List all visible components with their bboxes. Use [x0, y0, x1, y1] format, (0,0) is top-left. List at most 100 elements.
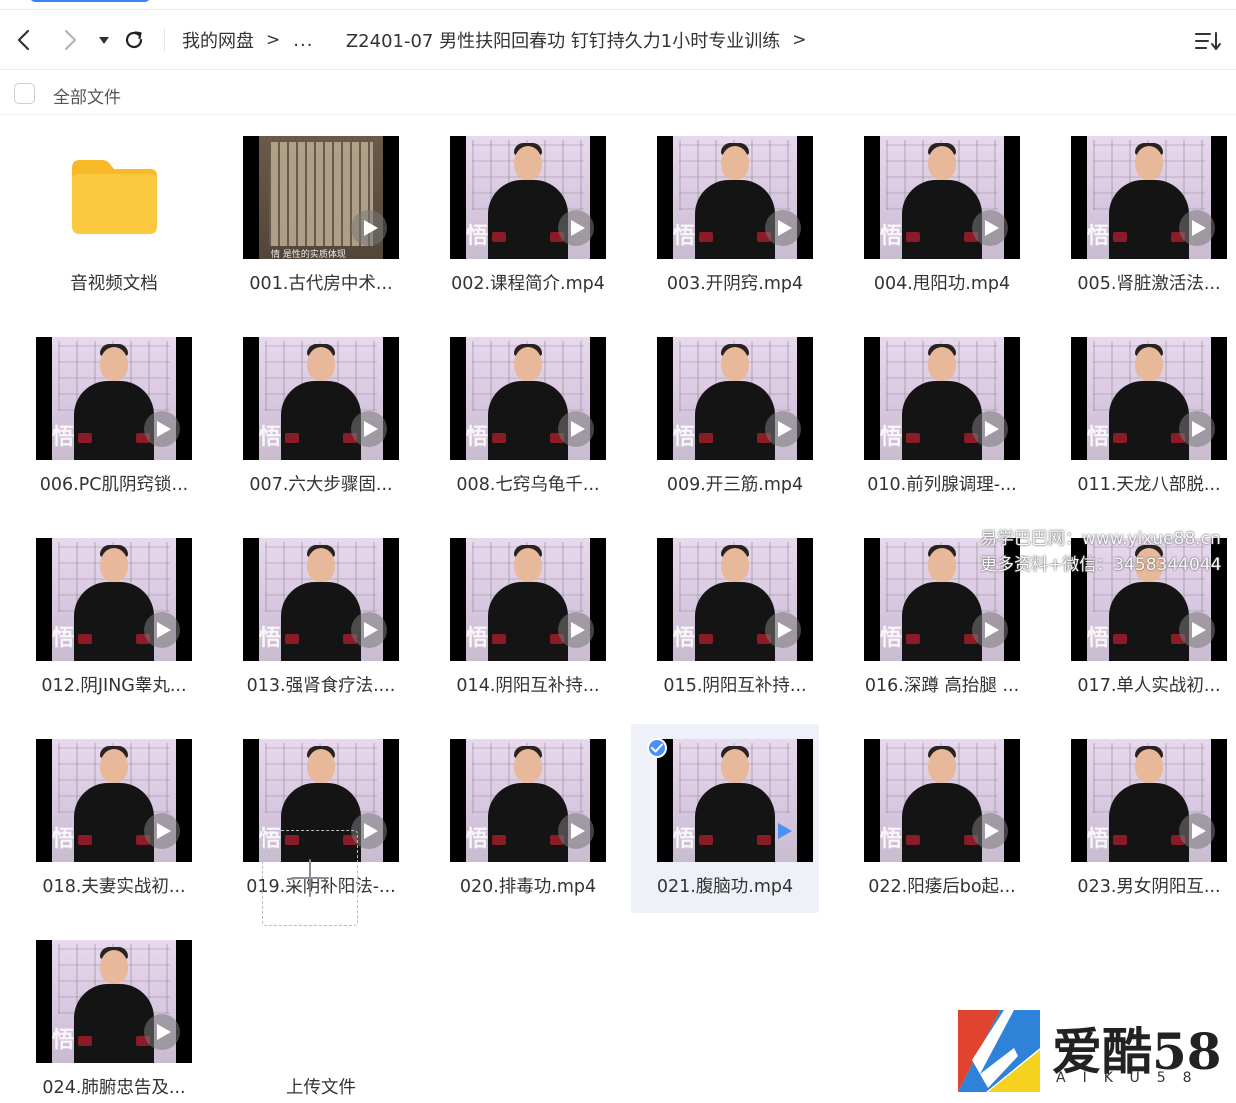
- file-name: 016.深蹲 高抬腿 ...: [864, 676, 1020, 696]
- breadcrumb: 我的网盘 > ... Z2401-07 男性扶阳回春功 钉钉持久力1小时专业训练…: [182, 27, 820, 53]
- file-name: 023.男女阴阳互...: [1077, 877, 1221, 897]
- file-name: 001.古代房中术...: [249, 274, 393, 294]
- caret-down-icon: [99, 37, 109, 44]
- breadcrumb-separator-icon: [327, 30, 332, 50]
- video-thumbnail: 悟: [1071, 337, 1227, 460]
- refresh-button[interactable]: [120, 26, 148, 54]
- select-all-checkbox[interactable]: [14, 83, 35, 104]
- file-name: 014.阴阳互补持...: [456, 676, 600, 696]
- forward-button[interactable]: [56, 26, 84, 54]
- video-thumbnail: 悟: [243, 538, 399, 661]
- toolbar: 我的网盘 > ... Z2401-07 男性扶阳回春功 钉钉持久力1小时专业训练…: [0, 10, 1236, 70]
- video-file-item[interactable]: 情 是性的实质体现 001.古代房中术...: [217, 128, 405, 310]
- chevron-left-icon: [17, 29, 30, 51]
- video-file-item[interactable]: 悟 010.前列腺调理-...: [838, 329, 1026, 511]
- file-name: 003.开阴窍.mp4: [666, 274, 804, 294]
- file-name: 006.PC肌阴窍锁...: [39, 475, 189, 495]
- chevron-right-icon: [64, 29, 77, 51]
- plus-icon: [291, 859, 329, 897]
- video-file-item[interactable]: 悟 022.阳痿后bo起...: [838, 731, 1026, 913]
- breadcrumb-root[interactable]: 我的网盘: [182, 27, 254, 53]
- play-icon[interactable]: [765, 210, 801, 246]
- video-file-item[interactable]: 悟 008.七窍乌龟千...: [424, 329, 612, 511]
- upload-label: 上传文件: [286, 1078, 356, 1098]
- play-icon[interactable]: [144, 411, 180, 447]
- video-file-item[interactable]: 悟 018.夫妻实战初...: [10, 731, 198, 913]
- play-icon[interactable]: [765, 813, 801, 849]
- file-name: 007.六大步骤固...: [249, 475, 393, 495]
- video-file-item[interactable]: 悟 020.排毒功.mp4: [424, 731, 612, 913]
- play-icon[interactable]: [765, 612, 801, 648]
- play-icon[interactable]: [351, 411, 387, 447]
- upload-button[interactable]: [262, 830, 358, 926]
- logo-mark-icon: [958, 1010, 1040, 1092]
- play-icon[interactable]: [144, 1014, 180, 1050]
- file-name: 017.单人实战初...: [1077, 676, 1221, 696]
- video-file-item[interactable]: 悟 011.天龙八部脱...: [1045, 329, 1233, 511]
- folder-item[interactable]: 音视频文档: [10, 128, 198, 310]
- file-name: 013.强肾食疗法....: [246, 676, 396, 696]
- file-name: 012.阴JING睾丸...: [41, 676, 187, 696]
- refresh-icon: [125, 31, 143, 49]
- back-button[interactable]: [10, 26, 38, 54]
- file-name: 024.肺腑忠告及...: [42, 1078, 186, 1098]
- file-name: 011.天龙八部脱...: [1077, 475, 1221, 495]
- play-icon[interactable]: [558, 612, 594, 648]
- video-file-item[interactable]: 悟 005.肾脏激活法...: [1045, 128, 1233, 310]
- play-icon[interactable]: [972, 813, 1008, 849]
- video-file-item[interactable]: 悟 023.男女阴阳互...: [1045, 731, 1233, 913]
- video-file-item[interactable]: 悟 021.腹脑功.mp4: [631, 724, 819, 913]
- video-file-item[interactable]: 悟 006.PC肌阴窍锁...: [10, 329, 198, 511]
- video-thumbnail: 悟: [1071, 136, 1227, 259]
- active-tab-indicator: [30, 0, 150, 2]
- video-file-item[interactable]: 悟 003.开阴窍.mp4: [631, 128, 819, 310]
- play-icon[interactable]: [972, 612, 1008, 648]
- video-thumbnail: 悟: [864, 136, 1020, 259]
- file-name: 002.课程简介.mp4: [451, 274, 605, 294]
- video-thumbnail: 悟: [657, 136, 813, 259]
- folder-icon: [68, 156, 160, 236]
- check-icon[interactable]: [647, 738, 667, 758]
- play-icon[interactable]: [558, 210, 594, 246]
- video-file-item[interactable]: 悟 007.六大步骤固...: [217, 329, 405, 511]
- video-thumbnail: 悟: [450, 538, 606, 661]
- video-thumbnail: 悟: [36, 739, 192, 862]
- play-icon[interactable]: [351, 210, 387, 246]
- video-file-item[interactable]: 悟 009.开三筋.mp4: [631, 329, 819, 511]
- video-file-item[interactable]: 悟 014.阴阳互补持...: [424, 530, 612, 712]
- video-file-item[interactable]: 悟 013.强肾食疗法....: [217, 530, 405, 712]
- play-icon[interactable]: [144, 612, 180, 648]
- play-icon[interactable]: [972, 411, 1008, 447]
- breadcrumb-ellipsis[interactable]: ...: [293, 30, 313, 51]
- file-name: 005.肾脏激活法...: [1077, 274, 1221, 294]
- watermark-line-2: 更多资料+微信：3458344044: [980, 555, 1222, 575]
- video-file-item[interactable]: 悟 024.肺腑忠告及...: [10, 932, 198, 1103]
- play-icon[interactable]: [972, 210, 1008, 246]
- play-icon[interactable]: [765, 411, 801, 447]
- file-name: 音视频文档: [70, 274, 158, 294]
- file-name: 015.阴阳互补持...: [663, 676, 807, 696]
- watermark-line-1: 易学巴巴网：www.yixue88.cn: [980, 529, 1221, 549]
- video-file-item[interactable]: 悟 002.课程简介.mp4: [424, 128, 612, 310]
- play-icon[interactable]: [558, 411, 594, 447]
- video-file-item[interactable]: 悟 004.甩阳功.mp4: [838, 128, 1026, 310]
- play-icon[interactable]: [351, 612, 387, 648]
- play-icon[interactable]: [1179, 411, 1215, 447]
- play-icon[interactable]: [1179, 612, 1215, 648]
- watermark: 易学巴巴网：www.yixue88.cn 更多资料+微信：3458344044: [980, 526, 1221, 578]
- play-icon[interactable]: [1179, 813, 1215, 849]
- file-name: 010.前列腺调理-...: [867, 475, 1017, 495]
- thumbnail-caption: 情 是性的实质体现: [271, 250, 346, 259]
- file-name: 021.腹脑功.mp4: [656, 877, 794, 897]
- video-thumbnail: 悟: [450, 739, 606, 862]
- play-icon[interactable]: [1179, 210, 1215, 246]
- video-file-item[interactable]: 悟 012.阴JING睾丸...: [10, 530, 198, 712]
- play-icon[interactable]: [558, 813, 594, 849]
- video-file-item[interactable]: 悟 015.阴阳互补持...: [631, 530, 819, 712]
- sort-button[interactable]: [1194, 29, 1222, 53]
- breadcrumb-current[interactable]: Z2401-07 男性扶阳回春功 钉钉持久力1小时专业训练: [346, 27, 780, 53]
- play-icon[interactable]: [144, 813, 180, 849]
- site-logo: 爱酷58 AIKU58: [958, 1010, 1228, 1092]
- video-thumbnail: 悟: [36, 337, 192, 460]
- history-dropdown-button[interactable]: [90, 26, 118, 54]
